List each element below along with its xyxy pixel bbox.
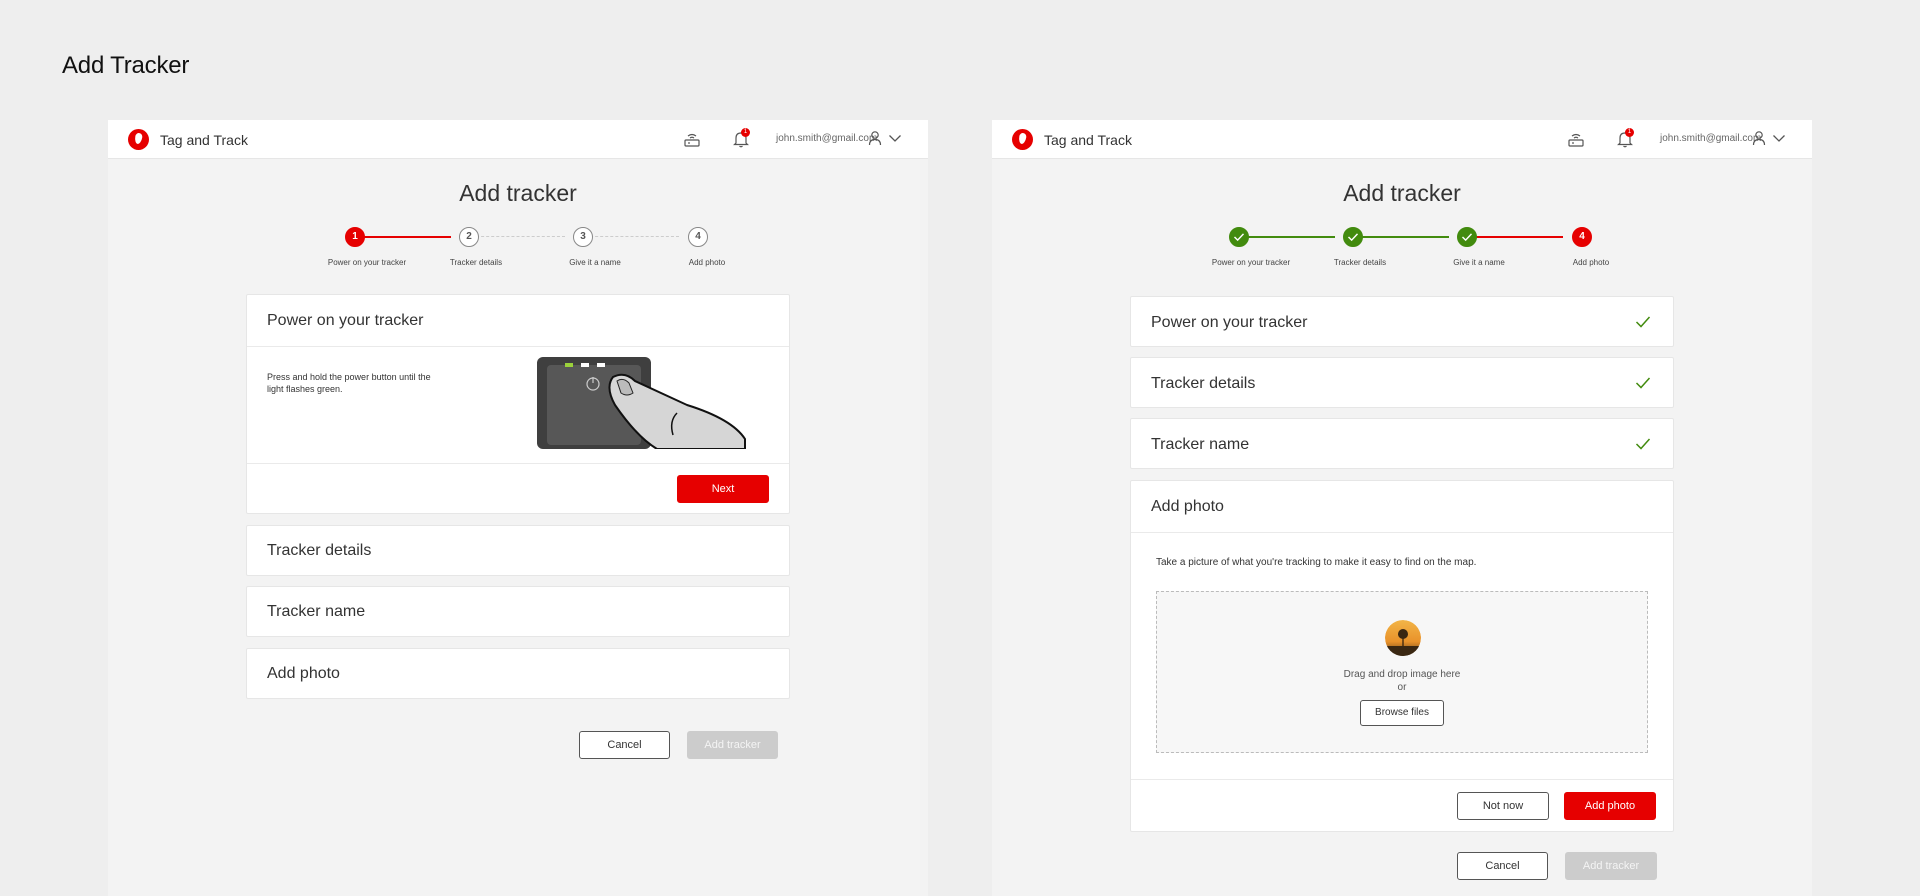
instructions-text: Press and hold the power button until th…	[267, 372, 431, 394]
step-4-dot: 4	[1572, 227, 1592, 247]
step-3-dot: 3	[573, 227, 593, 247]
tracker-power-button-illustration	[537, 357, 746, 449]
browse-files-button[interactable]: Browse files	[1360, 700, 1444, 726]
step-2-done-dot	[1343, 227, 1363, 247]
chevron-down-icon[interactable]	[1772, 132, 1786, 144]
section-title: Add photo	[267, 665, 340, 682]
section-tracker-name[interactable]: Tracker name	[1130, 418, 1674, 469]
step-3-label: Give it a name	[569, 258, 621, 267]
section-title: Tracker details	[1151, 375, 1256, 392]
user-icon[interactable]	[868, 130, 882, 146]
cancel-button[interactable]: Cancel	[579, 731, 670, 759]
drop-label: Drag and drop image here	[1343, 669, 1461, 680]
check-icon	[1233, 233, 1245, 242]
section-title: Tracker name	[267, 603, 366, 620]
add-tracker-button[interactable]: Add tracker	[687, 731, 778, 759]
card-title: Add tracker	[459, 180, 577, 206]
step-2-dot: 2	[459, 227, 479, 247]
check-icon	[1635, 377, 1651, 389]
screen-step-1: Tag and Track 1 john.smith@gmail.com Add…	[108, 120, 928, 896]
photo-placeholder-icon	[1385, 620, 1421, 656]
stepper-line	[355, 236, 451, 238]
section-tracker-details[interactable]: Tracker details	[1130, 357, 1674, 408]
divider	[1131, 779, 1673, 780]
user-email[interactable]: john.smith@gmail.com	[1660, 133, 1761, 144]
section-power-on: Power on your tracker Press and hold the…	[246, 294, 790, 514]
stepper-line	[1469, 236, 1563, 238]
drop-text: Drag and drop image here or	[1157, 668, 1647, 694]
step-3-label: Give it a name	[1453, 258, 1505, 267]
divider	[247, 346, 789, 347]
check-icon	[1461, 233, 1473, 242]
check-icon	[1635, 316, 1651, 328]
section-tracker-details[interactable]: Tracker details	[246, 525, 790, 576]
photo-hint-text: Take a picture of what you're tracking t…	[1156, 557, 1477, 568]
vodafone-logo-icon[interactable]	[1012, 129, 1033, 150]
step-3-done-dot	[1457, 227, 1477, 247]
page-title: Add Tracker	[62, 52, 190, 79]
section-title: Power on your tracker	[1151, 314, 1308, 331]
step-4-dot: 4	[688, 227, 708, 247]
step-1-label: Power on your tracker	[1211, 258, 1291, 267]
user-icon[interactable]	[1752, 130, 1766, 146]
stepper-line	[1355, 236, 1449, 238]
step-1-done-dot	[1229, 227, 1249, 247]
step-2-label: Tracker details	[449, 258, 503, 267]
section-tracker-name[interactable]: Tracker name	[246, 586, 790, 637]
section-power-on[interactable]: Power on your tracker	[1130, 296, 1674, 347]
screen-step-4: Tag and Track 1 john.smith@gmail.com Add…	[992, 120, 1812, 896]
section-title: Tracker name	[1151, 436, 1250, 453]
add-photo-button[interactable]: Add photo	[1564, 792, 1656, 820]
add-tracker-button[interactable]: Add tracker	[1565, 852, 1657, 880]
section-title: Tracker details	[267, 542, 372, 559]
top-bar: Tag and Track 1 john.smith@gmail.com	[992, 120, 1812, 159]
check-icon	[1347, 233, 1359, 242]
step-2-label: Tracker details	[1333, 258, 1387, 267]
user-email[interactable]: john.smith@gmail.com	[776, 133, 877, 144]
section-title[interactable]: Add photo	[1151, 498, 1224, 516]
next-button[interactable]: Next	[677, 475, 769, 503]
app-name[interactable]: Tag and Track	[160, 132, 248, 148]
section-add-photo: Add photo Take a picture of what you're …	[1130, 480, 1674, 832]
chevron-down-icon[interactable]	[888, 132, 902, 144]
card-title: Add tracker	[1343, 180, 1461, 206]
stepper-line	[471, 236, 565, 237]
cancel-button[interactable]: Cancel	[1457, 852, 1548, 880]
top-bar: Tag and Track 1 john.smith@gmail.com	[108, 120, 928, 159]
vodafone-logo-icon[interactable]	[128, 129, 149, 150]
divider	[1131, 532, 1673, 533]
section-title[interactable]: Power on your tracker	[267, 312, 424, 330]
step-4-label: Add photo	[1572, 258, 1610, 267]
not-now-button[interactable]: Not now	[1457, 792, 1549, 820]
router-icon[interactable]	[682, 129, 702, 149]
notification-badge: 1	[1625, 128, 1634, 137]
divider	[247, 463, 789, 464]
router-icon[interactable]	[1566, 129, 1586, 149]
step-1-label: Power on your tracker	[327, 258, 407, 267]
section-add-photo[interactable]: Add photo	[246, 648, 790, 699]
stepper-line	[585, 236, 679, 237]
check-icon	[1635, 438, 1651, 450]
image-dropzone[interactable]: Drag and drop image here or Browse files	[1156, 591, 1648, 753]
stepper-line	[1239, 236, 1335, 238]
app-name[interactable]: Tag and Track	[1044, 132, 1132, 148]
or-label: or	[1397, 682, 1407, 693]
step-1-dot: 1	[345, 227, 365, 247]
notification-badge: 1	[741, 128, 750, 137]
step-4-label: Add photo	[688, 258, 726, 267]
